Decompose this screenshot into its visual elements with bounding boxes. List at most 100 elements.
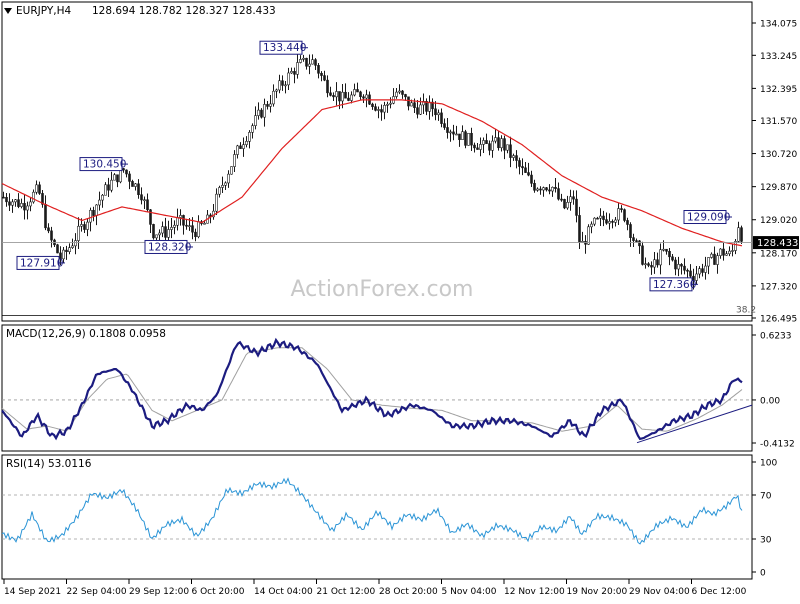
candle-body — [278, 80, 281, 91]
candle-body — [548, 189, 551, 192]
candle-body — [617, 208, 620, 221]
candle-body — [104, 184, 107, 196]
candle-body — [56, 244, 59, 254]
x-tick-label: 6 Oct 20:00 — [192, 587, 245, 597]
candle-body — [491, 140, 494, 151]
candle-body — [155, 234, 158, 239]
candle-body — [317, 65, 320, 74]
candle-body — [299, 59, 302, 63]
candle-body — [413, 102, 416, 108]
price-label: 129.090 — [683, 210, 732, 225]
candle-body — [332, 95, 335, 98]
candle-body — [80, 224, 83, 227]
price-annotations: 133.440 130.450 128.320 127.910 129.090 127.3… — [16, 40, 732, 292]
candle-body — [179, 215, 182, 218]
candle-body — [227, 173, 230, 184]
candle-body — [590, 223, 593, 228]
candle-body — [329, 92, 332, 96]
candle-body — [341, 91, 344, 102]
candle-body — [272, 90, 275, 105]
candle-body — [359, 91, 362, 98]
candle-body — [488, 143, 491, 151]
candle-body — [38, 184, 41, 194]
candle-body — [161, 226, 164, 234]
candle-body — [512, 155, 515, 158]
candle-body — [380, 109, 383, 113]
candle-body — [20, 203, 23, 207]
candle-body — [521, 166, 524, 169]
candle-body — [497, 137, 500, 149]
macd-panel-frame — [1, 324, 753, 452]
candle-body — [446, 127, 449, 133]
x-tick-label: 14 Oct 04:00 — [254, 587, 313, 597]
candle-body — [71, 245, 74, 248]
rsi-y-ticks: 100 70 30 0 — [752, 459, 777, 579]
x-tick-label: 29 Sep 12:00 — [129, 587, 189, 597]
candle-body — [716, 255, 719, 265]
macd-tick-label: 0.00 — [760, 396, 780, 406]
candle-body — [89, 209, 92, 223]
candlesticks — [2, 53, 743, 290]
candle-body — [509, 144, 512, 158]
candle-body — [551, 186, 554, 192]
candle-body — [530, 174, 533, 184]
candle-body — [476, 147, 479, 150]
candle-body — [479, 144, 482, 150]
candle-body — [701, 268, 704, 273]
candle-body — [77, 225, 80, 241]
candle-body — [710, 253, 713, 258]
rsi-line — [1, 477, 743, 545]
candle-body — [515, 155, 518, 161]
candle-body — [14, 199, 17, 203]
candle-body — [194, 231, 197, 238]
rsi-tick-label: 30 — [760, 536, 772, 546]
candle-body — [29, 201, 32, 207]
candle-body — [650, 265, 653, 268]
candle-body — [527, 172, 530, 176]
candle-body — [74, 240, 77, 247]
candle-body — [308, 63, 311, 67]
candle-body — [347, 97, 350, 101]
candle-body — [215, 193, 218, 212]
candle-body — [659, 249, 662, 266]
candle-body — [95, 204, 98, 216]
candle-body — [563, 199, 566, 209]
candle-body — [713, 253, 716, 265]
candle-body — [8, 201, 11, 206]
candle-body — [674, 259, 677, 270]
candle-body — [458, 133, 461, 140]
candle-body — [11, 201, 14, 206]
candle-body — [611, 221, 614, 223]
candle-body — [92, 209, 95, 216]
candle-body — [110, 179, 113, 191]
price-tick-label: 134.075 — [760, 20, 797, 30]
candle-body — [287, 72, 290, 86]
candle-body — [473, 144, 476, 149]
candle-body — [536, 188, 539, 191]
candle-body — [539, 188, 542, 191]
candle-body — [152, 224, 155, 239]
candle-body — [263, 104, 266, 118]
candle-body — [578, 215, 581, 243]
x-tick-label: 14 Sep 2021 — [4, 587, 61, 597]
candle-body — [554, 186, 557, 189]
candle-body — [65, 249, 68, 253]
candle-body — [251, 125, 254, 133]
candle-body — [239, 145, 242, 149]
candle-body — [560, 198, 563, 201]
price-tick-label: 132.395 — [760, 85, 797, 95]
x-axis: 14 Sep 2021 22 Sep 04:00 29 Sep 12:00 6 Oct… — [3, 579, 747, 597]
candle-body — [647, 263, 650, 266]
candle-body — [257, 109, 260, 116]
candle-body — [311, 59, 314, 65]
candle-body — [176, 217, 179, 226]
candle-body — [134, 183, 137, 187]
macd-y-ticks: 0.6233 0.00 -0.4132 — [752, 332, 795, 450]
candle-body — [386, 103, 389, 106]
candle-body — [689, 270, 692, 277]
candle-body — [593, 217, 596, 225]
candle-body — [662, 248, 665, 251]
current-price-tag: 128.433 — [753, 236, 799, 250]
price-tick-label: 130.720 — [760, 150, 797, 160]
collapse-arrow-icon[interactable] — [4, 8, 12, 14]
